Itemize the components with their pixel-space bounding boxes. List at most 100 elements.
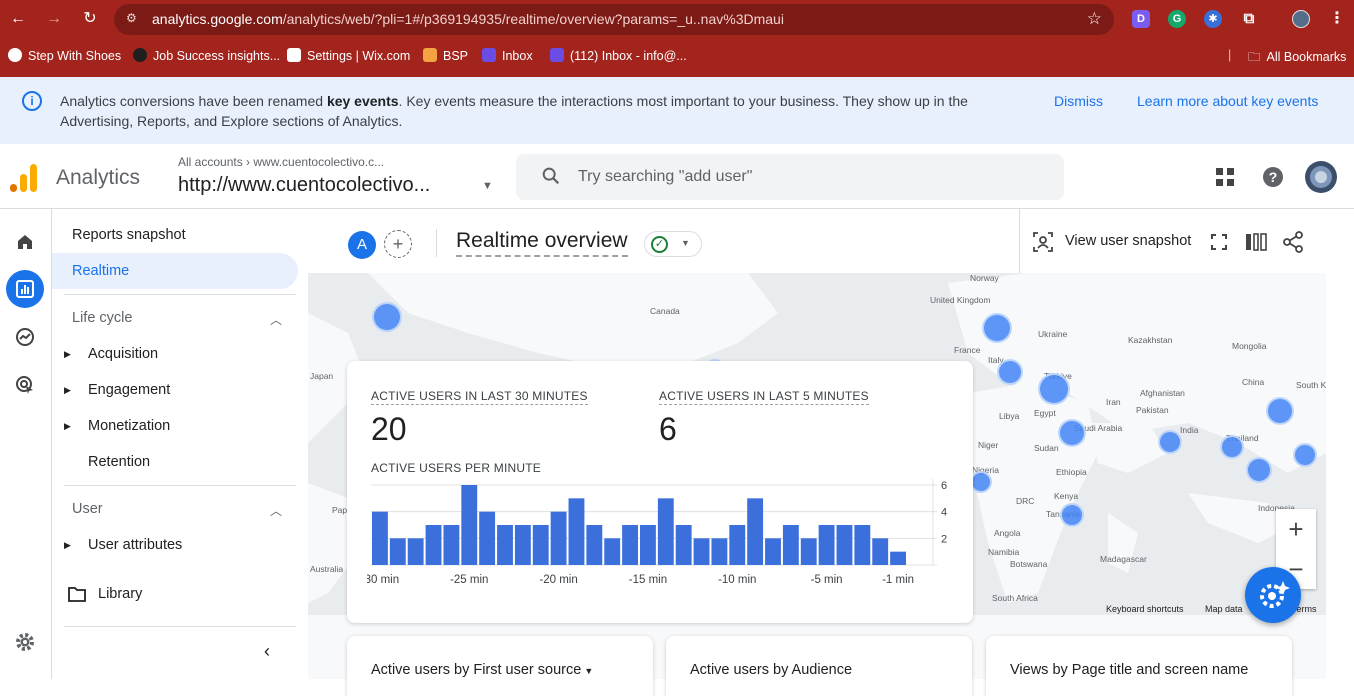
back-icon[interactable]: ← <box>8 9 28 29</box>
chevron-up-icon[interactable]: ︿ <box>270 311 282 328</box>
forward-icon[interactable]: → <box>44 9 64 29</box>
bookmark-inbox-info[interactable]: (112) Inbox - info@... <box>550 48 687 63</box>
bar--1-min[interactable] <box>890 551 906 565</box>
bar--4-min[interactable] <box>836 525 853 565</box>
active-users-per-minute-chart[interactable]: 2 4 6 -30 min -25 min -20 min -15 min -10 min -5… <box>367 479 957 589</box>
zoom-in-button[interactable]: + <box>1276 509 1316 549</box>
bar--12-min[interactable] <box>693 538 710 565</box>
expand-arrow-icon[interactable]: ▶ <box>64 421 71 432</box>
title-status-chip[interactable]: ✓ ▼ <box>644 231 702 257</box>
map-data-link[interactable]: Map data <box>1205 604 1243 614</box>
bar--13-min[interactable] <box>675 525 692 565</box>
fullscreen-icon[interactable] <box>1210 233 1228 251</box>
expand-arrow-icon[interactable]: ▶ <box>64 540 71 551</box>
bar--27-min[interactable] <box>425 525 442 565</box>
browser-menu-icon[interactable]: ⋮ <box>1328 10 1346 28</box>
bar--23-min[interactable] <box>497 525 513 565</box>
nav-engagement[interactable]: Engagement <box>88 382 170 398</box>
extensions-puzzle-icon[interactable]: ⧉ <box>1240 10 1258 28</box>
map-bubble[interactable] <box>372 302 402 332</box>
bar--30-min[interactable] <box>372 511 388 565</box>
bar--24-min[interactable] <box>479 511 496 565</box>
bar--2-min[interactable] <box>872 538 889 565</box>
bar--3-min[interactable] <box>854 525 871 565</box>
search-input[interactable] <box>578 164 1038 190</box>
bookmark-job-success[interactable]: Job Success insights... <box>133 48 280 63</box>
bar--18-min[interactable] <box>586 525 603 565</box>
bookmark-star-icon[interactable]: ☆ <box>1087 9 1102 29</box>
apps-grid-icon[interactable] <box>1214 166 1236 188</box>
bookmark-step-with-shoes[interactable]: Step With Shoes <box>8 48 121 63</box>
nav-retention[interactable]: Retention <box>88 454 150 470</box>
bar--17-min[interactable] <box>604 538 621 565</box>
nav-reports-snapshot[interactable]: Reports snapshot <box>72 227 186 243</box>
dismiss-button[interactable]: Dismiss <box>1054 93 1103 109</box>
active-30-label[interactable]: ACTIVE USERS IN LAST 30 MINUTES <box>371 389 588 405</box>
map-bubble[interactable] <box>1058 419 1086 447</box>
share-icon[interactable] <box>1282 231 1304 253</box>
map-bubble[interactable] <box>1266 397 1294 425</box>
bar--8-min[interactable] <box>765 538 781 565</box>
card-title[interactable]: Views by Page title and screen name <box>1010 662 1248 678</box>
bar--19-min[interactable] <box>568 498 585 565</box>
bar--28-min[interactable] <box>407 538 424 565</box>
help-icon[interactable]: ? <box>1262 166 1284 188</box>
nav-user-attributes[interactable]: User attributes <box>88 537 182 553</box>
bar--9-min[interactable] <box>747 498 764 565</box>
map-bubble[interactable] <box>1246 457 1272 483</box>
profile-avatar-icon[interactable] <box>1292 10 1310 28</box>
user-snapshot-icon[interactable] <box>1032 231 1054 253</box>
map-bubble[interactable] <box>982 313 1012 343</box>
map-bubble[interactable] <box>1220 435 1244 459</box>
extension-d-icon[interactable]: D <box>1132 10 1150 28</box>
bar--11-min[interactable] <box>711 538 728 565</box>
caret-down-icon[interactable]: ▼ <box>482 180 493 192</box>
bookmark-wix-settings[interactable]: Settings | Wix.com <box>287 48 410 63</box>
extension-blue-icon[interactable]: ✱ <box>1204 10 1222 28</box>
site-info-icon[interactable]: ⚙ <box>126 11 142 27</box>
chevron-up-icon[interactable]: ︿ <box>270 502 282 519</box>
bar--21-min[interactable] <box>532 525 549 565</box>
bar--5-min[interactable] <box>818 525 835 565</box>
keyboard-shortcuts-link[interactable]: Keyboard shortcuts <box>1106 604 1184 614</box>
bar--14-min[interactable] <box>657 498 674 565</box>
bookmark-inbox[interactable]: Inbox <box>482 48 533 63</box>
bookmark-bsp[interactable]: BSP <box>423 48 468 63</box>
reports-icon[interactable] <box>6 270 44 308</box>
view-user-snapshot-button[interactable]: View user snapshot <box>1065 233 1191 249</box>
bar--26-min[interactable] <box>443 525 460 565</box>
expand-arrow-icon[interactable]: ▶ <box>64 349 71 360</box>
collapse-nav-icon[interactable]: ‹ <box>264 641 270 662</box>
map-bubble[interactable] <box>1038 373 1070 405</box>
bar--6-min[interactable] <box>800 538 817 565</box>
all-bookmarks[interactable]: 🗀 All Bookmarks <box>1248 48 1346 69</box>
reload-icon[interactable]: ↻ <box>80 9 100 29</box>
nav-monetization[interactable]: Monetization <box>88 418 170 434</box>
bar--7-min[interactable] <box>782 525 799 565</box>
bar--10-min[interactable] <box>729 525 746 565</box>
explore-icon[interactable] <box>6 318 44 356</box>
settings-gear-icon[interactable] <box>6 623 44 661</box>
extension-grammarly-icon[interactable]: G <box>1168 10 1186 28</box>
address-bar[interactable]: ⚙ analytics.google.com/analytics/web/?pl… <box>114 4 1114 35</box>
card-title[interactable]: Active users by First user source ▼ <box>371 662 593 678</box>
comparison-avatar[interactable]: A <box>348 231 376 259</box>
bar--29-min[interactable] <box>389 538 406 565</box>
bar--25-min[interactable] <box>461 485 478 565</box>
bar--20-min[interactable] <box>550 511 567 565</box>
home-icon[interactable] <box>6 223 44 261</box>
property-selector[interactable]: http://www.cuentocolectivo... <box>178 174 430 197</box>
map-bubble[interactable] <box>997 359 1023 385</box>
nav-section-user[interactable]: User <box>72 501 103 517</box>
map-bubble[interactable] <box>1293 443 1317 467</box>
map-bubble[interactable] <box>1158 430 1182 454</box>
nav-library[interactable]: Library <box>98 586 142 602</box>
account-avatar[interactable] <box>1304 160 1338 194</box>
nav-realtime[interactable]: Realtime <box>72 263 129 279</box>
map-bubble[interactable] <box>1060 503 1084 527</box>
card-title[interactable]: Active users by Audience <box>690 662 852 678</box>
nav-section-life-cycle[interactable]: Life cycle <box>72 310 132 326</box>
search-bar[interactable] <box>516 154 1064 200</box>
insights-assistant-button[interactable] <box>1245 567 1301 623</box>
bar--16-min[interactable] <box>622 525 638 565</box>
